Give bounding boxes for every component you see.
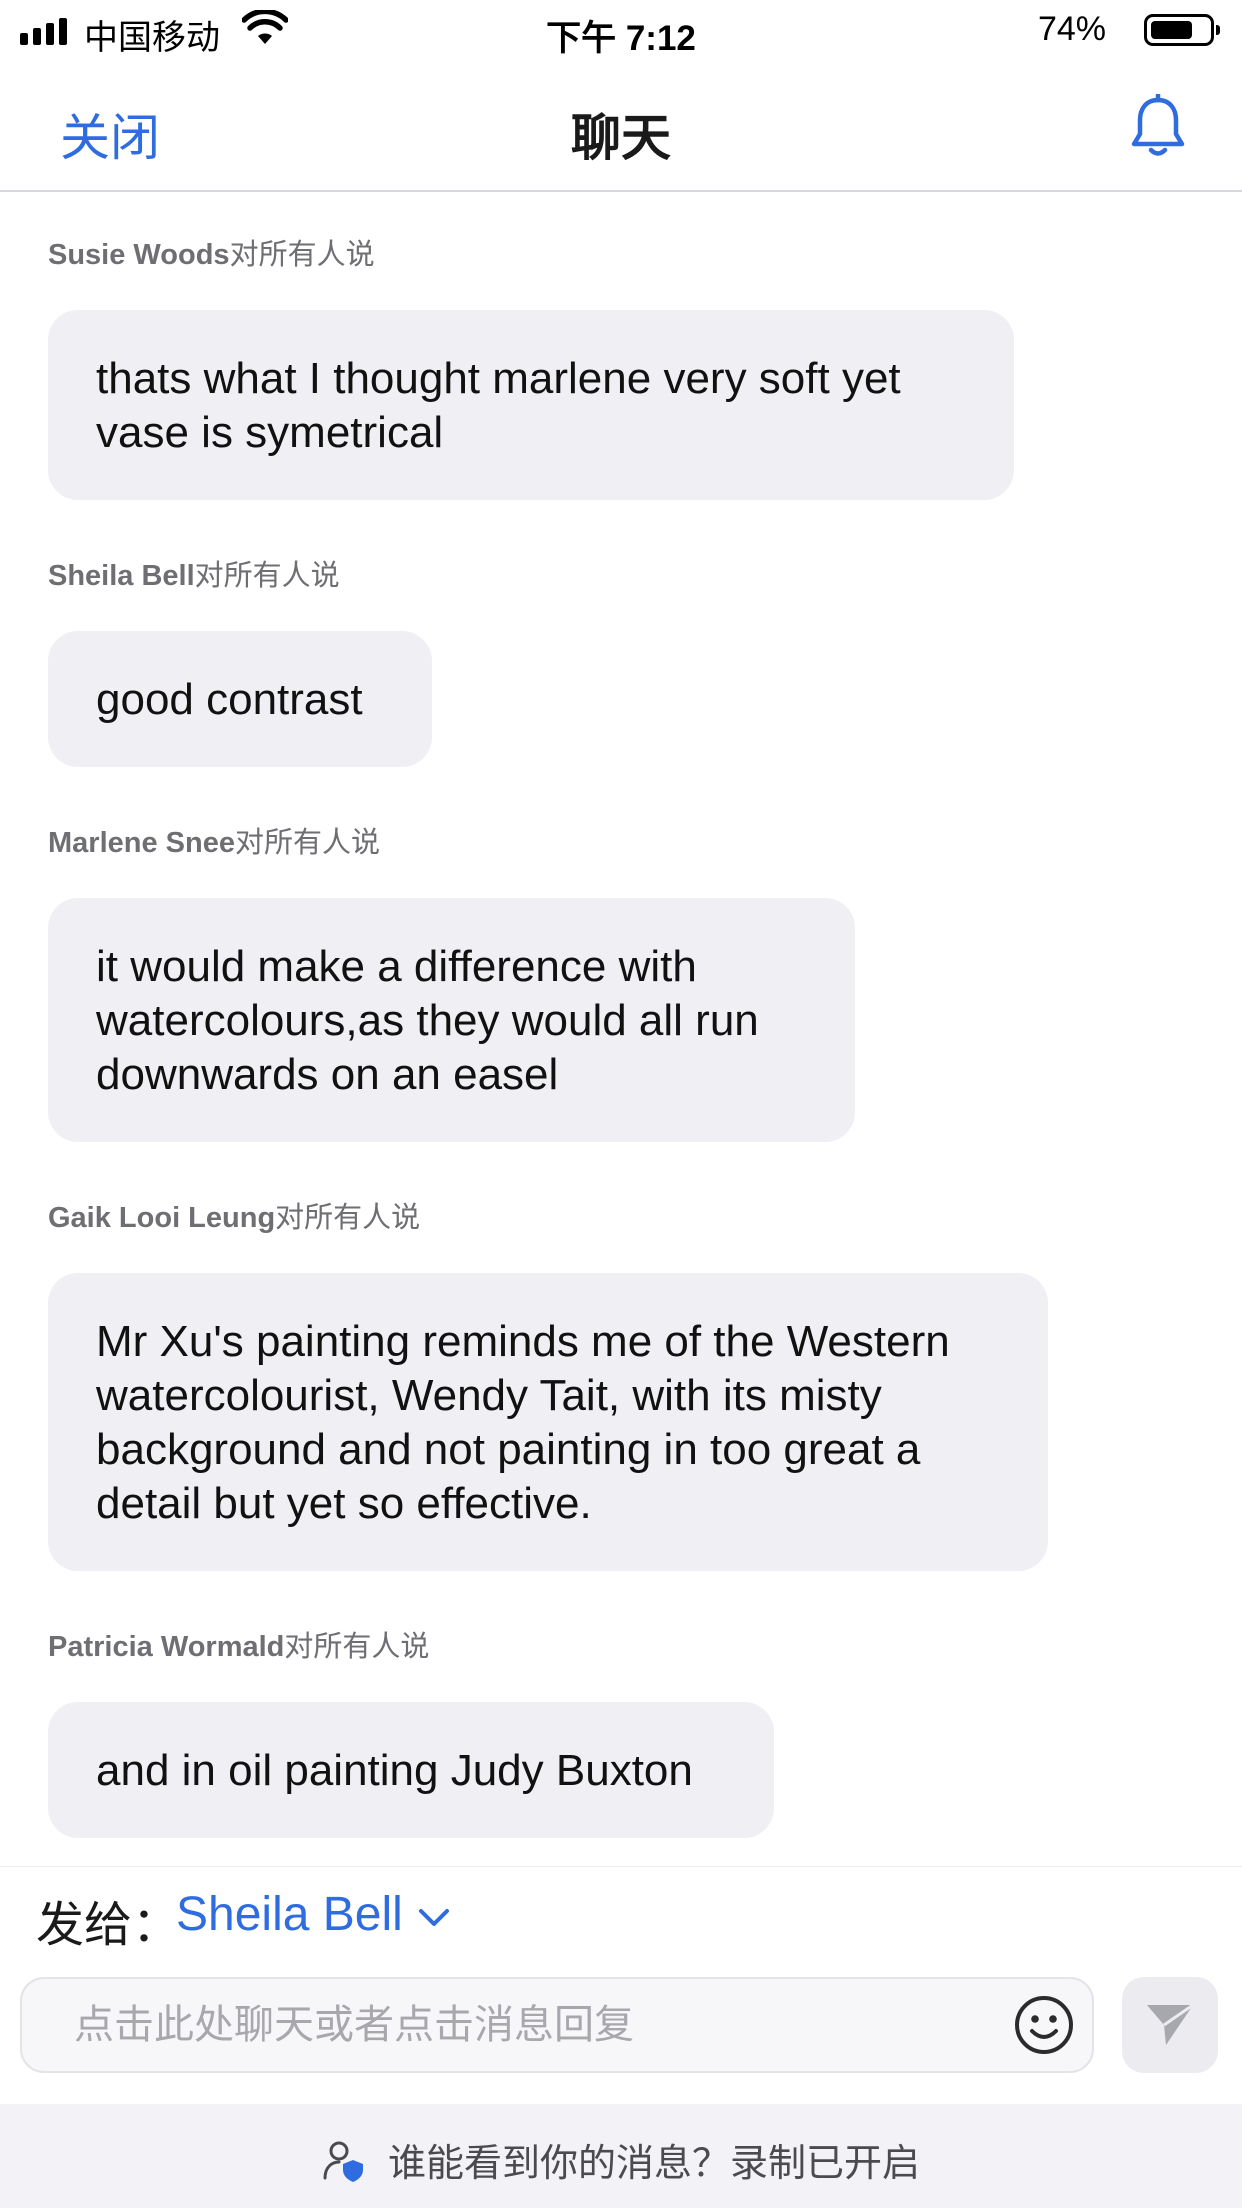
composer: 发给： Sheila Bell xyxy=(0,1866,1242,2105)
battery-percentage: 74% xyxy=(1037,10,1106,48)
message-bubble[interactable]: good contrast xyxy=(48,631,432,767)
close-button[interactable]: 关闭 xyxy=(60,98,160,170)
message-item[interactable]: Gaik Looi Leung对所有人说 Mr Xu's painting re… xyxy=(48,1197,1048,1571)
message-bubble[interactable]: thats what I thought marlene very soft y… xyxy=(48,310,1014,500)
message-item[interactable]: Susie Woods对所有人说 thats what I thought ma… xyxy=(48,234,1014,500)
privacy-footer[interactable]: 谁能看到你的消息？录制已开启 xyxy=(0,2104,1242,2208)
message-sender: Patricia Wormald对所有人说 xyxy=(48,1626,774,1668)
recipient-selector[interactable]: Sheila Bell xyxy=(176,1887,403,1942)
bell-icon[interactable] xyxy=(1128,94,1188,160)
page-title: 聊天 xyxy=(571,110,671,166)
sender-scope: 对所有人说 xyxy=(275,1202,421,1234)
message-sender: Marlene Snee对所有人说 xyxy=(48,822,855,864)
battery-icon xyxy=(1144,14,1220,46)
status-bar: 中国移动 下午 7:12 74% xyxy=(0,0,1242,62)
message-list[interactable]: Susie Woods对所有人说 thats what I thought ma… xyxy=(0,192,1242,1868)
chat-input-container xyxy=(20,1977,1094,2073)
send-icon xyxy=(1147,2003,1194,2045)
sender-name: Susie Woods xyxy=(48,239,230,271)
sender-name: Marlene Snee xyxy=(48,827,235,859)
sender-scope: 对所有人说 xyxy=(194,560,340,592)
message-sender: Susie Woods对所有人说 xyxy=(48,234,1014,276)
chat-input[interactable] xyxy=(74,1979,974,2071)
message-item[interactable]: Marlene Snee对所有人说 it would make a differ… xyxy=(48,822,855,1142)
sender-scope: 对所有人说 xyxy=(284,1631,430,1663)
sender-name: Sheila Bell xyxy=(48,560,195,592)
sender-name: Gaik Looi Leung xyxy=(48,1202,276,1234)
message-item[interactable]: Patricia Wormald对所有人说 and in oil paintin… xyxy=(48,1626,774,1838)
message-bubble[interactable]: Mr Xu's painting reminds me of the Weste… xyxy=(48,1273,1048,1571)
send-button[interactable] xyxy=(1122,1977,1218,2073)
sender-scope: 对所有人说 xyxy=(234,827,380,859)
nav-bar: 关闭 聊天 xyxy=(0,62,1242,192)
message-bubble[interactable]: it would make a difference with watercol… xyxy=(48,898,855,1142)
footer-text: 谁能看到你的消息？录制已开启 xyxy=(387,2143,920,2185)
message-bubble[interactable]: and in oil painting Judy Buxton xyxy=(48,1702,774,1838)
user-shield-icon xyxy=(323,2141,363,2182)
message-sender: Gaik Looi Leung对所有人说 xyxy=(48,1197,1048,1239)
sender-name: Patricia Wormald xyxy=(48,1631,285,1663)
emoji-icon[interactable] xyxy=(1012,1993,1076,2057)
message-sender: Sheila Bell对所有人说 xyxy=(48,555,432,597)
sender-scope: 对所有人说 xyxy=(229,239,375,271)
chevron-down-icon[interactable] xyxy=(416,1905,452,1931)
send-to-label: 发给： xyxy=(36,1899,181,1952)
message-item[interactable]: Sheila Bell对所有人说 good contrast xyxy=(48,555,432,767)
